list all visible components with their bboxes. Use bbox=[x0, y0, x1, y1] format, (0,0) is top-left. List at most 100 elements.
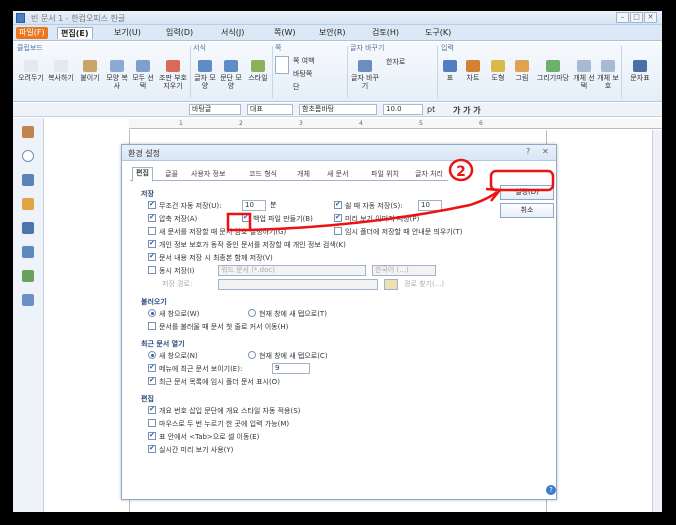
tab-edit[interactable]: 편집 bbox=[132, 167, 153, 182]
open-new-window-option[interactable]: 새 창으로(W) bbox=[148, 309, 199, 319]
realtime-preview-option[interactable]: 실시간 미리 보기 사용(Y) bbox=[148, 444, 233, 455]
style-button[interactable]: 스타일 bbox=[245, 60, 271, 82]
select-all-button[interactable]: 모두 선택 bbox=[131, 60, 155, 90]
menu-file[interactable]: 파일(F) bbox=[16, 27, 48, 39]
last-version-option[interactable]: 문서 내용 저장 시 최종본 함께 저장(V) bbox=[148, 252, 273, 263]
char-replace-button[interactable]: 글자 바꾸기 bbox=[350, 60, 380, 90]
folder-icon[interactable] bbox=[384, 279, 398, 290]
preview-image-checkbox[interactable] bbox=[334, 213, 342, 222]
sync-path-input[interactable] bbox=[218, 279, 378, 290]
menu-page[interactable]: 쪽(W) bbox=[271, 27, 299, 39]
document-icon[interactable] bbox=[22, 222, 34, 234]
picture-button[interactable]: 그림 bbox=[511, 60, 533, 82]
recent-temp-checkbox[interactable] bbox=[148, 376, 156, 385]
personal-info-option[interactable]: 개인 정보 보호가 동작 중인 문서를 저장할 때 개인 정보 검색(K) bbox=[148, 239, 346, 250]
sync-save-checkbox[interactable] bbox=[148, 266, 156, 274]
ok-button[interactable]: 설정(D) bbox=[500, 185, 554, 200]
temp-folder-checkbox[interactable] bbox=[334, 227, 342, 235]
tab-file-location[interactable]: 파일 위치 bbox=[368, 169, 402, 181]
style-select[interactable]: 바탕글 bbox=[189, 104, 241, 115]
tab-char-processing[interactable]: 글자 처리 bbox=[412, 169, 446, 181]
symbol-button[interactable]: 문자표 bbox=[625, 60, 655, 82]
menu-security[interactable]: 보안(R) bbox=[316, 27, 349, 39]
chart-button[interactable]: 차트 bbox=[463, 60, 483, 82]
personal-info-checkbox[interactable] bbox=[148, 239, 156, 248]
list-icon[interactable] bbox=[22, 174, 34, 186]
outline-style-option[interactable]: 개요 번호 삽입 문단에 개요 스타일 자동 적용(S) bbox=[148, 405, 300, 416]
columns-button[interactable]: 단 bbox=[293, 82, 299, 92]
open-new-tab-radio[interactable] bbox=[248, 309, 256, 317]
tab-user-info[interactable]: 사용자 정보 bbox=[188, 169, 228, 181]
idle-save-seconds[interactable]: 10 bbox=[418, 200, 442, 211]
realtime-preview-checkbox[interactable] bbox=[148, 444, 156, 453]
open-first-line-option[interactable]: 문서를 불러올 때 문서 첫 줄로 커서 이동(H) bbox=[148, 322, 288, 332]
open-new-window-radio[interactable] bbox=[148, 309, 156, 317]
menu-review[interactable]: 검토(H) bbox=[369, 27, 402, 39]
menu-edit[interactable]: 편집(E) bbox=[57, 27, 93, 39]
tab-move-checkbox[interactable] bbox=[148, 431, 156, 440]
lightning-icon[interactable] bbox=[22, 198, 34, 210]
recent-menu-option[interactable]: 메뉴에 최근 문서 보이기(E): bbox=[148, 363, 242, 374]
cancel-button[interactable]: 취소 bbox=[500, 203, 554, 218]
close-icon[interactable]: ✕ bbox=[542, 147, 549, 156]
sync-save-option[interactable]: 동시 저장(I) bbox=[148, 266, 195, 276]
recent-new-window-radio[interactable] bbox=[148, 351, 156, 359]
font-icon[interactable] bbox=[22, 294, 34, 306]
recent-temp-option[interactable]: 최근 문서 목록에 임시 폴더 문서 표시(O) bbox=[148, 376, 280, 387]
browse-path-button[interactable]: 경로 찾기(...) bbox=[404, 280, 444, 290]
hanja-button[interactable]: 한자로 bbox=[386, 57, 405, 67]
outline-style-checkbox[interactable] bbox=[148, 405, 156, 414]
open-first-line-checkbox[interactable] bbox=[148, 322, 156, 330]
menu-format[interactable]: 서식(J) bbox=[218, 27, 247, 39]
font-select[interactable]: 함초롬바탕 bbox=[299, 104, 377, 115]
menu-insert[interactable]: 입력(D) bbox=[163, 27, 196, 39]
recent-new-tab-option[interactable]: 현재 창에 새 탭으로(C) bbox=[248, 351, 328, 361]
double-click-checkbox[interactable] bbox=[148, 419, 156, 427]
help-icon[interactable]: ? bbox=[546, 485, 556, 495]
autosave-minutes[interactable]: 10 bbox=[242, 200, 266, 211]
image-icon[interactable] bbox=[22, 270, 34, 282]
language-select[interactable]: 대표 bbox=[247, 104, 293, 115]
backup-checkbox[interactable] bbox=[242, 213, 250, 222]
object-select-button[interactable]: 개체 선택 bbox=[573, 60, 595, 90]
help-icon[interactable]: ? bbox=[526, 147, 530, 156]
tab-object[interactable]: 개체 bbox=[294, 169, 313, 181]
minimize-icon[interactable]: – bbox=[616, 12, 629, 23]
recent-new-window-option[interactable]: 새 창으로(N) bbox=[148, 351, 198, 361]
paste-button[interactable]: 붙이기 bbox=[77, 60, 103, 82]
object-protect-button[interactable]: 개체 보호 bbox=[597, 60, 619, 90]
tab-code-format[interactable]: 코드 형식 bbox=[246, 169, 280, 181]
temp-folder-option[interactable]: 임시 폴더에 저장할 때 안내문 띄우기(T) bbox=[334, 227, 462, 237]
autosave-option[interactable]: 무조건 자동 저장(U): bbox=[148, 200, 221, 211]
bold-italic-underline[interactable]: 가 가 가 bbox=[453, 105, 481, 116]
idle-save-checkbox[interactable] bbox=[334, 200, 342, 209]
double-click-option[interactable]: 마우스로 두 번 누르기 한 곳에 입력 가능(M) bbox=[148, 419, 289, 429]
open-new-tab-option[interactable]: 현재 창에 새 탭으로(T) bbox=[248, 309, 327, 319]
backup-option[interactable]: 백업 파일 만들기(B) bbox=[242, 213, 313, 224]
encrypt-checkbox[interactable] bbox=[148, 227, 156, 235]
idle-save-option[interactable]: 쉴 때 자동 저장(S): bbox=[334, 200, 403, 211]
encrypt-option[interactable]: 새 문서를 저장할 때 문서 암호 설정하기(G) bbox=[148, 227, 286, 237]
recent-menu-checkbox[interactable] bbox=[148, 363, 156, 372]
book-icon[interactable] bbox=[22, 126, 34, 138]
cut-button[interactable]: 오려두기 bbox=[17, 60, 45, 82]
copy-button[interactable]: 복사하기 bbox=[47, 60, 75, 82]
tab-new-document[interactable]: 새 문서 bbox=[324, 169, 352, 181]
font-size-input[interactable]: 10.0 bbox=[383, 104, 423, 115]
page-margin-button[interactable]: 쪽 여백 bbox=[293, 56, 315, 66]
drawing-gallery-button[interactable]: 그리기마당 bbox=[535, 60, 571, 82]
close-icon[interactable]: ✕ bbox=[644, 12, 657, 23]
compress-option[interactable]: 압축 저장(A) bbox=[148, 213, 197, 224]
clear-marks-button[interactable]: 조판 부호 지우기 bbox=[157, 60, 189, 90]
last-version-checkbox[interactable] bbox=[148, 252, 156, 261]
vertical-scrollbar[interactable] bbox=[652, 130, 662, 512]
char-shape-button[interactable]: 글자 모양 bbox=[193, 60, 217, 90]
autosave-checkbox[interactable] bbox=[148, 200, 156, 209]
sync-format-select[interactable]: 워드 문서 (*.doc) bbox=[218, 265, 366, 276]
tab-move-option[interactable]: 표 안에서 <Tab>으로 셀 이동(E) bbox=[148, 431, 259, 442]
shape-button[interactable]: 도형 bbox=[487, 60, 509, 82]
tab-font[interactable]: 글꼴 bbox=[162, 169, 181, 181]
help-icon[interactable] bbox=[22, 150, 34, 162]
grid-icon[interactable] bbox=[22, 246, 34, 258]
para-shape-button[interactable]: 문단 모양 bbox=[219, 60, 243, 90]
